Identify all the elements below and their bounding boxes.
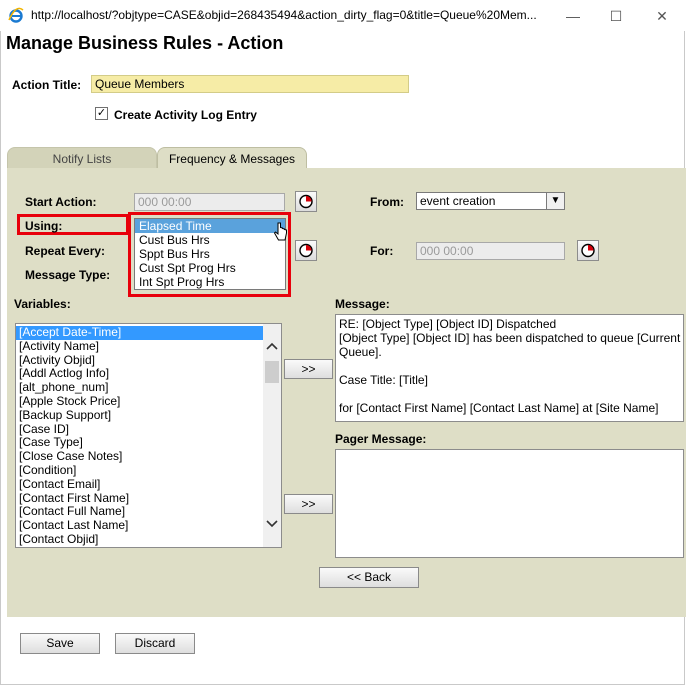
address-url: http://localhost/?objtype=CASE&objid=268…: [31, 8, 537, 22]
add-to-message-button[interactable]: >>: [284, 359, 333, 379]
for-clock-button[interactable]: [577, 240, 599, 261]
variables-label: Variables:: [14, 297, 71, 311]
for-label: For:: [370, 244, 394, 258]
variable-item[interactable]: [Contact Full Name]: [16, 505, 264, 519]
using-option[interactable]: Int Spt Prog Hrs: [135, 275, 285, 289]
clock-icon: [581, 243, 595, 258]
pager-message-label: Pager Message:: [335, 432, 427, 446]
variable-item[interactable]: [Case ID]: [16, 422, 264, 437]
page-title: Manage Business Rules - Action: [6, 33, 284, 53]
variable-item[interactable]: [Backup Support]: [16, 408, 264, 423]
variable-item[interactable]: [Activity Objid]: [16, 353, 264, 368]
using-option[interactable]: Elapsed Time: [135, 219, 285, 233]
close-window-button[interactable]: ✕: [642, 4, 682, 28]
variables-listbox[interactable]: [Accept Date-Time] [Activity Name] [Acti…: [15, 323, 282, 548]
repeat-every-label: Repeat Every:: [25, 244, 106, 258]
create-log-label: Create Activity Log Entry: [114, 108, 257, 122]
variable-item[interactable]: [Case Type]: [16, 436, 264, 450]
repeat-every-clock-button[interactable]: [295, 240, 317, 261]
window-titlebar: http://localhost/?objtype=CASE&objid=268…: [0, 0, 686, 31]
using-label: Using:: [25, 219, 63, 233]
using-option[interactable]: Cust Spt Prog Hrs: [135, 261, 285, 275]
start-action-clock-button[interactable]: [295, 191, 317, 212]
variable-item[interactable]: [Apple Stock Price]: [16, 394, 264, 409]
scroll-down-icon[interactable]: [266, 520, 278, 528]
scroll-thumb[interactable]: [265, 361, 279, 383]
minimize-button[interactable]: —: [553, 4, 593, 28]
message-line: [339, 387, 680, 401]
message-line: RE: [Object Type] [Object ID] Dispatched: [339, 317, 557, 331]
add-to-pager-button[interactable]: >>: [284, 494, 333, 514]
start-action-input[interactable]: 000 00:00: [134, 193, 285, 211]
variable-item[interactable]: [Close Case Notes]: [16, 449, 264, 464]
clock-icon: [299, 194, 313, 209]
variable-item[interactable]: [Activity Name]: [16, 339, 264, 354]
message-textarea[interactable]: RE: [Object Type] [Object ID] Dispatched…: [335, 314, 684, 422]
using-dropdown-list[interactable]: Elapsed Time Cust Bus Hrs Sppt Bus Hrs C…: [134, 218, 286, 290]
action-title-label: Action Title:: [12, 78, 82, 92]
variable-item[interactable]: [Contact Objid]: [16, 532, 264, 547]
create-log-checkbox[interactable]: ✓: [95, 107, 108, 120]
message-line: [Object Type] [Object ID] has been dispa…: [339, 331, 681, 345]
variable-item[interactable]: [Addl Actlog Info]: [16, 367, 264, 381]
mouse-pointer-icon: [274, 222, 287, 241]
message-line: Queue].: [339, 345, 382, 359]
back-button[interactable]: << Back: [319, 567, 419, 588]
message-line: for [Contact First Name] [Contact Last N…: [339, 401, 659, 415]
variable-item[interactable]: [alt_phone_num]: [16, 380, 264, 395]
message-label: Message:: [335, 297, 390, 311]
for-input[interactable]: 000 00:00: [416, 242, 565, 260]
from-select-value: event creation: [420, 194, 496, 208]
tab-frequency-messages[interactable]: Frequency & Messages: [157, 147, 307, 169]
variable-item[interactable]: [Condition]: [16, 463, 264, 478]
clock-icon: [299, 243, 313, 258]
from-select[interactable]: event creation ▼: [416, 192, 565, 210]
start-action-label: Start Action:: [25, 195, 97, 209]
message-type-label: Message Type:: [25, 268, 111, 282]
message-line: [339, 359, 680, 373]
variable-item[interactable]: [Contact First Name]: [16, 491, 264, 506]
variable-item[interactable]: [Accept Date-Time]: [16, 325, 264, 340]
action-title-input[interactable]: Queue Members: [91, 75, 409, 93]
chevron-down-icon: ▼: [546, 193, 564, 209]
save-button[interactable]: Save: [20, 633, 100, 654]
variable-item[interactable]: [Contact Last Name]: [16, 518, 264, 533]
discard-button[interactable]: Discard: [115, 633, 195, 654]
message-line: Case Title: [Title]: [339, 373, 428, 387]
from-label: From:: [370, 195, 404, 209]
pager-message-textarea[interactable]: [335, 449, 684, 558]
variables-scrollbar[interactable]: [263, 324, 281, 547]
maximize-button[interactable]: ☐: [596, 4, 636, 28]
using-option[interactable]: Cust Bus Hrs: [135, 233, 285, 247]
internet-explorer-icon: [8, 7, 24, 23]
using-option[interactable]: Sppt Bus Hrs: [135, 247, 285, 261]
variable-item[interactable]: [Contact Email]: [16, 477, 264, 492]
tab-notify-lists[interactable]: Notify Lists: [7, 147, 157, 169]
scroll-up-icon[interactable]: [266, 342, 278, 350]
